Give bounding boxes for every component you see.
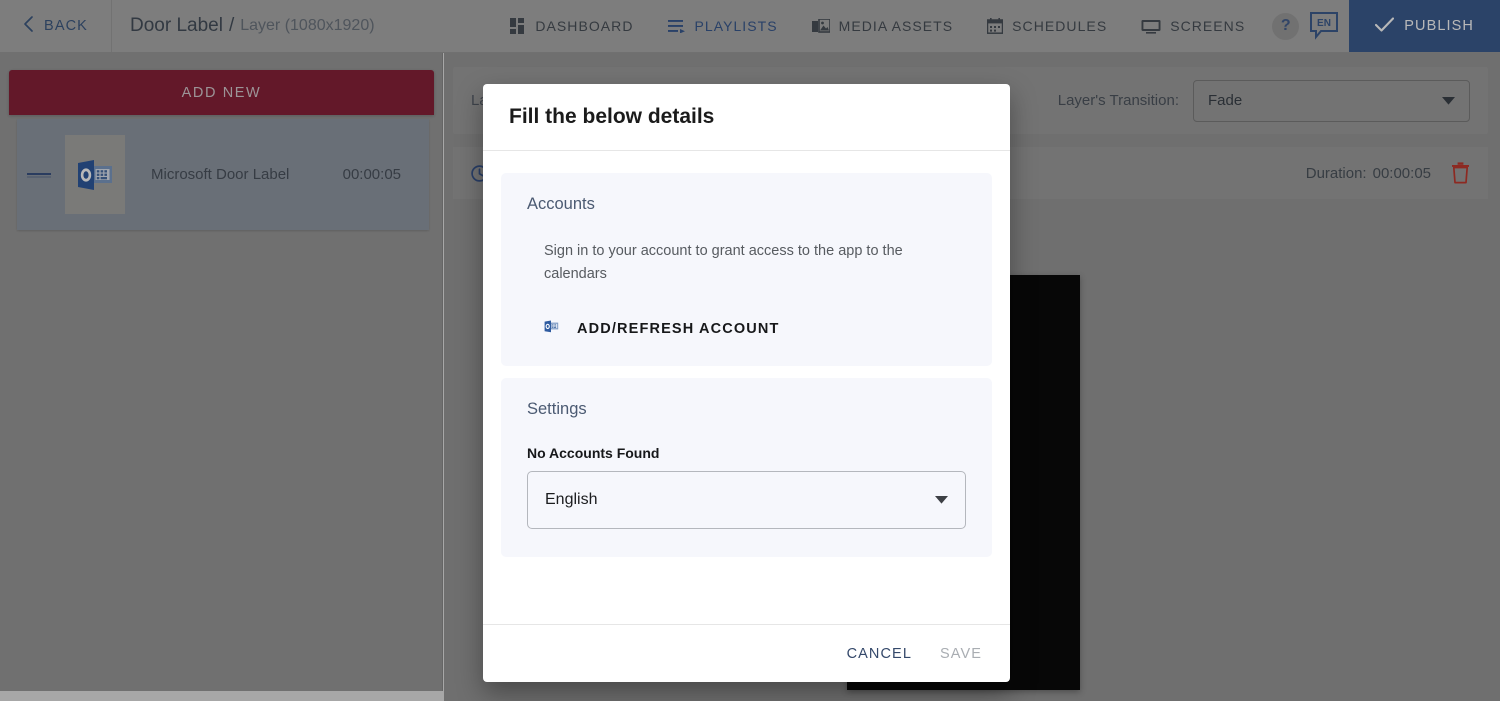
- dialog-footer: CANCEL SAVE: [483, 624, 1010, 682]
- chevron-down-icon: [935, 491, 948, 509]
- language-select[interactable]: English: [527, 470, 966, 529]
- cancel-button[interactable]: CANCEL: [847, 646, 912, 662]
- dialog-body: Accounts Sign in to your account to gran…: [483, 151, 1010, 624]
- dialog-header: Fill the below details: [483, 84, 1010, 151]
- accounts-description: Sign in to your account to grant access …: [544, 243, 903, 282]
- add-refresh-account-button[interactable]: ADD/REFRESH ACCOUNT: [544, 320, 966, 338]
- save-button[interactable]: SAVE: [940, 646, 982, 662]
- add-refresh-account-label: ADD/REFRESH ACCOUNT: [577, 320, 780, 337]
- settings-section-title: Settings: [527, 399, 587, 418]
- accounts-card: Accounts Sign in to your account to gran…: [501, 173, 992, 366]
- language-field-label: No Accounts Found: [527, 444, 660, 461]
- microsoft-outlook-icon: [544, 320, 559, 338]
- fill-details-dialog: Fill the below details Accounts Sign in …: [483, 84, 1010, 682]
- accounts-section-title: Accounts: [527, 195, 595, 213]
- settings-card: Settings No Accounts Found English: [501, 377, 992, 557]
- app-root: BACK Door Label / Layer (1080x1920) DASH…: [0, 0, 1500, 701]
- language-select-value: English: [545, 490, 598, 508]
- dialog-title: Fill the below details: [509, 105, 715, 128]
